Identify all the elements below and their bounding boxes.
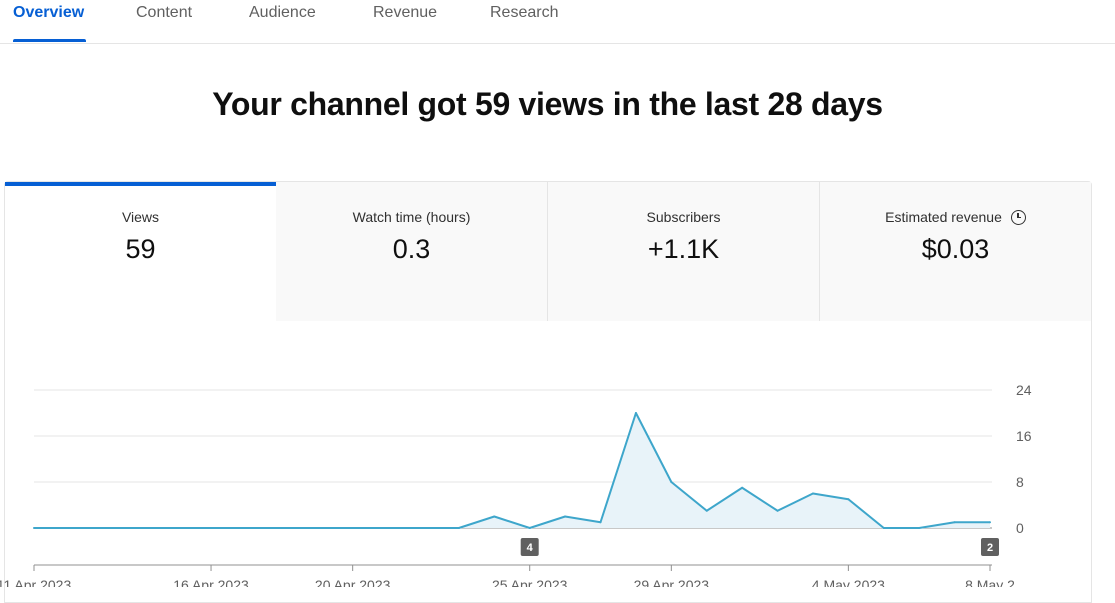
data-point	[599, 521, 602, 524]
data-point	[811, 492, 814, 495]
data-point	[316, 527, 319, 529]
data-point	[882, 527, 885, 529]
data-point	[422, 527, 425, 529]
y-tick-label: 0	[1016, 520, 1024, 536]
data-point	[989, 521, 991, 524]
data-point	[68, 527, 71, 529]
data-point	[139, 527, 142, 529]
y-tick-label: 24	[1016, 382, 1032, 398]
video-marker-badge[interactable]: 2	[981, 538, 999, 556]
data-point	[634, 412, 637, 414]
x-tick-label: 4 May 2023	[812, 577, 885, 587]
data-point	[457, 527, 460, 529]
data-point	[847, 498, 850, 501]
marker-badge-label: 4	[527, 542, 534, 554]
data-point	[670, 481, 673, 483]
data-point	[776, 509, 779, 512]
data-point	[387, 527, 390, 529]
data-point	[918, 527, 921, 529]
video-marker-badge[interactable]: 4	[520, 538, 539, 556]
data-point	[528, 527, 531, 529]
x-tick-label: 8 May 2	[965, 577, 1015, 587]
data-point	[174, 527, 177, 529]
data-point	[351, 527, 354, 529]
data-point	[705, 509, 708, 512]
y-tick-label: 8	[1016, 474, 1024, 490]
data-point	[741, 486, 744, 489]
views-line-chart[interactable]: 08162411 Apr 2023 16 Apr 2023 20 Apr 2023 2…	[0, 0, 1115, 587]
views-area	[34, 413, 990, 528]
x-tick-label: 29 Apr 2023	[634, 577, 710, 587]
x-tick-label: 16 Apr 2023	[173, 577, 249, 587]
x-tick-label: 11 Apr 2023	[0, 577, 71, 587]
data-point	[953, 521, 956, 524]
data-point	[245, 527, 248, 529]
x-tick-label: 25 Apr 2023	[492, 577, 568, 587]
data-point	[103, 527, 106, 529]
data-point	[493, 515, 496, 518]
data-point	[33, 527, 35, 529]
data-point	[210, 527, 213, 529]
y-tick-label: 16	[1016, 428, 1032, 444]
x-tick-label: 20 Apr 2023	[315, 577, 391, 587]
data-point	[280, 527, 283, 529]
marker-badge-label: 2	[987, 542, 993, 554]
data-point	[564, 515, 567, 518]
